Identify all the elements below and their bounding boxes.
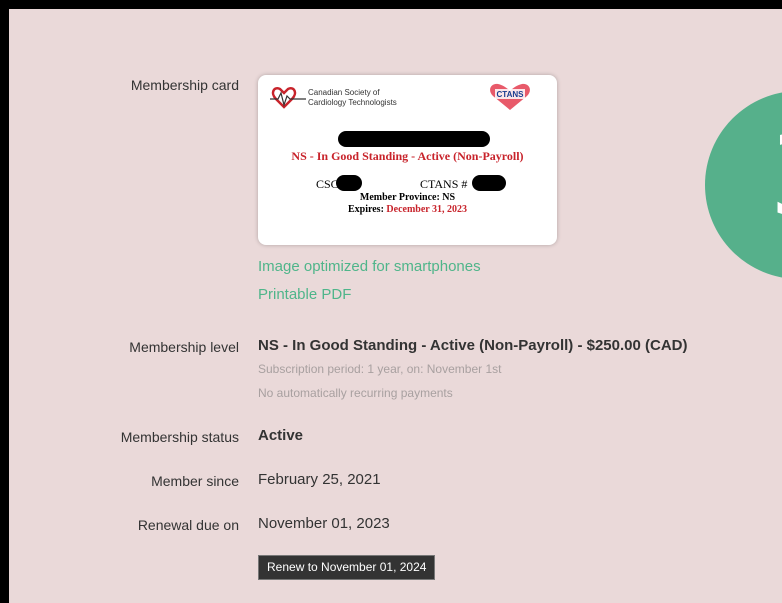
smartphone-image-link[interactable]: Image optimized for smartphones <box>258 258 481 275</box>
card-province-line: Member Province: NS <box>359 192 456 203</box>
recurring-payments-text: No automatically recurring payments <box>258 386 453 400</box>
ctans-logo-text: CTANS <box>497 90 525 99</box>
membership-status-value: Active <box>258 427 304 444</box>
renewal-due-value: November 01, 2023 <box>258 515 390 532</box>
renewal-due-label: Renewal due on <box>137 517 239 533</box>
membership-level-label: Membership level <box>129 339 239 355</box>
card-status-line: NS - In Good Standing - Active (Non-Payr… <box>291 149 524 163</box>
ctans-heart-logo-icon: CTANS <box>490 83 530 110</box>
member-since-label: Member since <box>151 473 239 489</box>
renew-button[interactable]: Renew to November 01, 2024 <box>258 555 436 580</box>
redacted-csct-number <box>336 175 362 191</box>
membership-card-image: Canadian Society of Cardiology Technolog… <box>258 75 557 245</box>
subscription-period-text: Subscription period: 1 year, on: Novembe… <box>258 362 502 376</box>
card-org-line2: Cardiology Technologists <box>308 98 397 107</box>
membership-card-label: Membership card <box>130 77 239 93</box>
redacted-name <box>338 131 490 147</box>
card-expiry-line: Expires: December 31, 2023 <box>258 204 557 215</box>
printable-pdf-link[interactable]: Printable PDF <box>258 286 351 303</box>
card-expires-label: Expires: <box>347 204 384 215</box>
card-org-name: Canadian Society of Cardiology Technolog… <box>308 88 397 108</box>
card-expires-date: December 31, 2023 <box>386 204 468 215</box>
membership-level-value: NS - In Good Standing - Active (Non-Payr… <box>258 337 688 354</box>
membership-panel: 3 Membership card Canadian Society of Ca… <box>9 9 782 603</box>
card-ctans-label: CTANS # <box>420 177 468 191</box>
redacted-ctans-number <box>472 175 506 191</box>
heart-ekg-logo-icon <box>270 87 306 109</box>
step-number: 3 <box>769 121 782 233</box>
step-number-badge: 3 <box>705 91 782 279</box>
member-since-value: February 25, 2021 <box>258 471 381 488</box>
membership-status-label: Membership status <box>120 429 239 445</box>
card-org-line1: Canadian Society of <box>308 88 380 97</box>
